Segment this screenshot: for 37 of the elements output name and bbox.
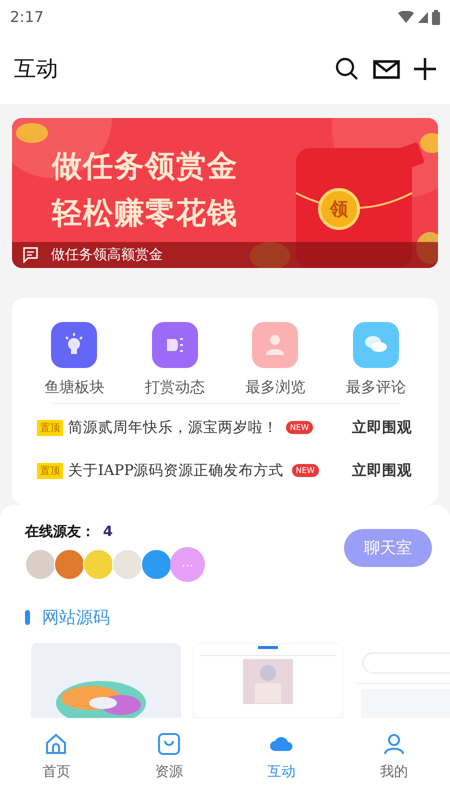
section-title: 网站源码	[42, 607, 110, 629]
new-badge: NEW	[292, 464, 319, 477]
avatar[interactable]	[54, 549, 85, 580]
avatar[interactable]	[83, 549, 114, 580]
mail-icon[interactable]	[373, 60, 400, 78]
banner-headline: 做任务领赏金	[52, 148, 238, 186]
status-time: 2:17	[10, 8, 44, 26]
banner-headline: 轻松赚零花钱	[52, 195, 238, 233]
signal-icon	[418, 12, 428, 22]
nav-tab[interactable]: 首页	[0, 718, 112, 800]
bag-icon	[156, 731, 182, 757]
avatar[interactable]	[25, 549, 56, 580]
page-title: 互动	[14, 56, 59, 84]
banner-caption: 做任务领高额赏金	[51, 246, 163, 264]
notice-title[interactable]: 关于IAPP源码资源正确发布方式	[68, 461, 284, 480]
nav-tab[interactable]: 我的	[338, 718, 450, 800]
category-item[interactable]: 打赏动态	[124, 322, 225, 397]
notice-title[interactable]: 简源贰周年快乐，源宝两岁啦！	[68, 418, 278, 437]
pinned-tag: 置顶	[37, 462, 63, 478]
online-count: 4	[103, 524, 113, 540]
nav-tab[interactable]: 资源	[112, 718, 225, 800]
search-icon[interactable]	[335, 57, 359, 81]
add-icon[interactable]	[414, 58, 436, 80]
online-label: 在线源友：	[25, 524, 95, 540]
category-item[interactable]: 最多评论	[326, 322, 426, 397]
wifi-icon	[398, 11, 414, 23]
view-link[interactable]: 立即围观	[352, 461, 412, 480]
pinned-tag: 置顶	[37, 420, 63, 436]
promo-banner[interactable]: 做任务领赏金 轻松赚零花钱 领 做任务领高额赏金	[12, 118, 438, 268]
category-item[interactable]: 最多浏览	[225, 322, 326, 397]
battery-icon	[432, 10, 440, 24]
category-item[interactable]: 鱼塘板块	[24, 322, 124, 397]
section-marker	[25, 610, 30, 625]
view-link[interactable]: 立即围观	[352, 418, 412, 437]
new-badge: NEW	[286, 421, 313, 434]
comment-icon	[22, 247, 39, 263]
avatar[interactable]	[141, 549, 172, 580]
